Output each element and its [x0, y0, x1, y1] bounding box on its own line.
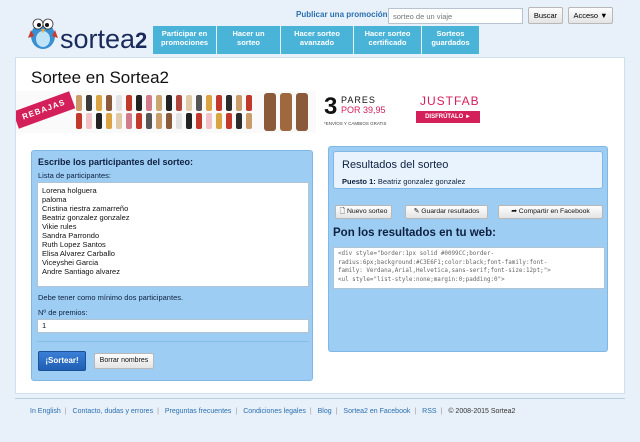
nuevo-sorteo-label: Nuevo sorteo: [346, 208, 388, 215]
promo-pares: PARES: [341, 95, 376, 105]
nav-label-line1: Sorteos: [436, 29, 465, 38]
brand-text: sortea2: [60, 24, 148, 54]
separator: |: [414, 408, 417, 415]
page-title: Sortee en Sortea2: [31, 68, 169, 87]
promo-cta-button[interactable]: DISFRÚTALO ►: [416, 111, 480, 123]
winner-name: Beatriz gonzalez gonzalez: [377, 177, 466, 186]
footer-link-rss[interactable]: RSS: [422, 408, 436, 415]
participant-line: Beatriz gonzalez gonzalez: [42, 213, 130, 222]
search-button[interactable]: Buscar: [528, 7, 563, 24]
footer-link-facebook[interactable]: Sortea2 en Facebook: [343, 408, 410, 415]
nav-label-line1: Participar en: [161, 29, 208, 38]
footer: In English | Contacto, dudas y errores | P…: [0, 398, 640, 442]
share-icon: ➦: [511, 208, 519, 215]
nav-label-line2: sorteo: [237, 38, 260, 47]
participant-line: Lorena holguera: [42, 186, 97, 195]
nav-label-line1: Hacer sorteo: [294, 29, 340, 38]
results-box: Resultados del sorteo Puesto 1: Beatriz …: [333, 151, 603, 189]
footer-links: In English | Contacto, dudas y errores | P…: [30, 408, 515, 415]
compartir-facebook-label: Compartir en Facebook: [518, 208, 590, 215]
search-input[interactable]: [388, 8, 523, 24]
results-panel: Resultados del sorteo Puesto 1: Beatriz …: [328, 146, 608, 352]
nav-tab-participar[interactable]: Participar en promociones: [153, 26, 217, 54]
code-line: family: Verdana,Arial,Helvetica,sans-ser…: [338, 268, 551, 274]
divider: [37, 341, 309, 342]
bird-mascot-icon: [28, 18, 58, 49]
minimum-note: Debe tener como mínimo dos participantes…: [38, 293, 184, 302]
sortear-button[interactable]: ¡Sortear!: [38, 351, 86, 371]
premios-input[interactable]: 1: [37, 319, 309, 333]
nuevo-sorteo-button[interactable]: 🗋 Nuevo sorteo: [335, 205, 392, 219]
promo-price: POR 39,95: [341, 105, 386, 115]
code-line: <div style="border:1px solid #0099CC;bor…: [338, 251, 495, 257]
separator: |: [235, 408, 238, 415]
nav-tab-hacer-sorteo[interactable]: Hacer un sorteo: [217, 26, 281, 54]
copyright: © 2008-2015 Sortea2: [448, 408, 516, 415]
footer-link-faq[interactable]: Preguntas frecuentes: [165, 408, 232, 415]
guardar-resultados-label: Guardar resultados: [421, 208, 480, 215]
nav-label-line1: Hacer sorteo: [364, 29, 411, 38]
participant-line: Andre Santiago alvarez: [42, 267, 120, 276]
participants-textarea[interactable]: Lorena holguera paloma Cristina riestra …: [37, 182, 309, 287]
participant-line: Cristina riestra zamarreño: [42, 204, 129, 213]
site-logo[interactable]: sortea2: [28, 12, 148, 56]
footer-link-contacto[interactable]: Contacto, dudas y errores: [73, 408, 154, 415]
nav-label-line2: avanzado: [299, 38, 335, 47]
footer-divider: [15, 398, 625, 399]
nav-tab-sorteo-avanzado[interactable]: Hacer sorteo avanzado: [281, 26, 354, 54]
participants-panel: Escribe los participantes del sorteo: Li…: [31, 150, 313, 381]
participant-line: Elisa Alvarez Carballo: [42, 249, 115, 258]
participant-line: Vikie rules: [42, 222, 77, 231]
results-title: Resultados del sorteo: [342, 159, 449, 171]
premios-label: Nº de premios:: [38, 308, 88, 317]
nav-label-line2: guardados: [431, 38, 470, 47]
nav-label-line2: certificado: [368, 38, 407, 47]
document-icon: 🗋: [339, 208, 347, 215]
acceso-dropdown-button[interactable]: Acceso ▼: [568, 7, 613, 24]
participants-panel-title: Escribe los participantes del sorteo:: [38, 157, 194, 167]
participant-line: Viceyshei Garcia: [42, 258, 99, 267]
participant-line: Sandra Parrondo: [42, 231, 100, 240]
participant-line: Ruth Lopez Santos: [42, 240, 106, 249]
separator: |: [64, 408, 67, 415]
ad-banner[interactable]: REBAJAS 3 PARES POR 39,95 *ENVÍOS Y CAMB…: [16, 91, 495, 133]
compartir-facebook-button[interactable]: ➦ Compartir en Facebook: [498, 205, 603, 219]
nav-tab-sorteos-guardados[interactable]: Sorteos guardados: [422, 26, 480, 54]
nav-tab-sorteo-certificado[interactable]: Hacer sorteo certificado: [354, 26, 422, 54]
separator: |: [440, 408, 443, 415]
footer-link-condiciones[interactable]: Condiciones legales: [243, 408, 306, 415]
guardar-resultados-button[interactable]: ✎ Guardar resultados: [405, 205, 488, 219]
borrar-nombres-button[interactable]: Borrar nombres: [94, 353, 154, 369]
separator: |: [157, 408, 159, 415]
participants-list-label: Lista de participantes:: [38, 171, 111, 180]
code-line: <ul style="list-style:none;margin:0;padd…: [338, 276, 505, 283]
embed-title: Pon los resultados en tu web:: [333, 227, 496, 239]
separator: |: [335, 408, 338, 415]
footer-link-english[interactable]: In English: [30, 408, 61, 415]
header: sortea2 Publicar una promoción Buscar Ac…: [0, 0, 640, 62]
promo-envios: *ENVÍOS Y CAMBIOS GRATIS: [324, 121, 387, 126]
result-winner: Puesto 1: Beatriz gonzalez gonzalez: [342, 177, 465, 186]
participant-line: paloma: [42, 195, 67, 204]
embed-code-textarea[interactable]: <div style="border:1px solid #0099CC;bor…: [333, 247, 605, 289]
code-line: radius:6px;background:#C3E6F1;color:blac…: [338, 259, 548, 266]
publicar-promocion-link[interactable]: Publicar una promoción: [296, 10, 388, 19]
promo-brand-logo: JUSTFAB: [420, 94, 480, 108]
nav-label-line1: Hacer un: [232, 29, 265, 38]
nav-label-line2: promociones: [160, 38, 209, 47]
main-content: Sortee en Sortea2 REBAJAS 3 PARES POR 39…: [15, 57, 625, 394]
puesto-label: Puesto 1:: [342, 177, 376, 186]
separator: |: [309, 408, 312, 415]
footer-link-blog[interactable]: Blog: [318, 408, 332, 415]
promo-number: 3: [324, 93, 338, 120]
